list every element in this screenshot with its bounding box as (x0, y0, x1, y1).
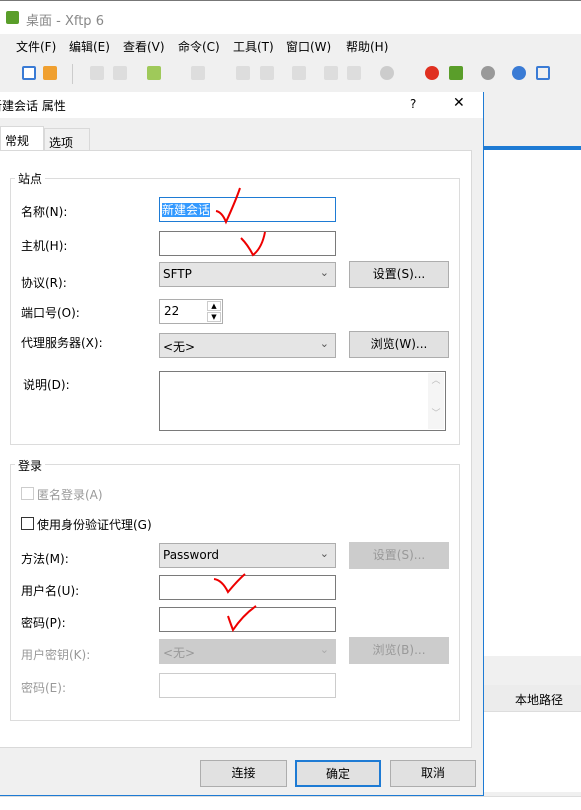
password-input[interactable] (159, 607, 336, 632)
proxy-select[interactable]: <无> ⌄ (159, 333, 336, 358)
xftp-logo-icon (6, 11, 19, 24)
disconnect-icon[interactable] (113, 66, 127, 80)
sync-icon[interactable] (292, 66, 306, 80)
background-pane: 本地路径 (483, 92, 581, 810)
chat-icon[interactable] (536, 66, 550, 80)
anonymous-label: 匿名登录(A) (37, 488, 103, 502)
status-bar (0, 796, 581, 810)
protocol-select[interactable]: SFTP ⌄ (159, 262, 336, 287)
method-label: 方法(M): (21, 552, 69, 566)
protocol-settings-button[interactable]: 设置(S)... (349, 261, 449, 288)
transfer-icon[interactable] (191, 66, 205, 80)
host-label: 主机(H): (21, 239, 68, 253)
document2-icon[interactable] (260, 66, 274, 80)
menu-file[interactable]: 文件(F) (16, 38, 56, 55)
proxy-label: 代理服务器(X): (21, 336, 103, 350)
menu-window[interactable]: 窗口(W) (286, 38, 331, 55)
menu-bar: 文件(F) 编辑(E) 查看(V) 命令(C) 工具(T) 窗口(W) 帮助(H… (0, 34, 581, 92)
description-scrollbar[interactable]: ︿ ﹀ (428, 373, 444, 429)
method-select[interactable]: Password ⌄ (159, 543, 336, 568)
menu-tools[interactable]: 工具(T) (233, 38, 274, 55)
name-value: 新建会话 (162, 203, 211, 217)
user-key-browse-button[interactable]: 浏览(B)... (349, 637, 449, 664)
dialog-title: 新建会话 属性 (0, 99, 66, 113)
anonymous-checkbox[interactable] (21, 487, 34, 500)
paste-icon[interactable] (347, 66, 361, 80)
dialog-title-bar: 新建会话 属性 ? ✕ (0, 92, 483, 118)
chevron-down-icon: ⌄ (319, 337, 329, 350)
auth-agent-label: 使用身份验证代理(G) (37, 518, 152, 532)
connect-icon[interactable] (90, 66, 104, 80)
username-label: 用户名(U): (21, 584, 80, 598)
session-properties-dialog: 新建会话 属性 ? ✕ 常规 选项 站点 名称(N): 新建会话 主机(H): … (0, 92, 484, 796)
app-title: 桌面 - Xftp 6 (26, 14, 104, 29)
protocol-value: SFTP (163, 267, 192, 281)
xftp-icon[interactable] (449, 66, 463, 80)
username-input[interactable] (159, 575, 336, 600)
user-key-value: <无> (163, 646, 196, 660)
user-key-select[interactable]: <无> ⌄ (159, 639, 336, 664)
gear-icon[interactable] (481, 66, 495, 80)
login-group-label: 登录 (15, 457, 46, 474)
port-value: 22 (164, 304, 180, 318)
close-button[interactable]: ✕ (453, 95, 465, 111)
app-title-bar: 桌面 - Xftp 6 (0, 0, 581, 34)
site-group-label: 站点 (15, 170, 46, 187)
menu-help[interactable]: 帮助(H) (346, 38, 388, 55)
password-label: 密码(P): (21, 616, 66, 630)
session-properties-icon[interactable] (147, 66, 161, 80)
cancel-button[interactable]: 取消 (390, 760, 476, 787)
menu-command[interactable]: 命令(C) (178, 38, 220, 55)
tab-general[interactable]: 常规 (0, 126, 44, 152)
passphrase-input[interactable] (159, 673, 336, 698)
general-panel: 站点 名称(N): 新建会话 主机(H): 协议(R): SFTP ⌄ 设置(S)… (0, 150, 472, 748)
port-stepper[interactable]: 22 ▲ ▼ (159, 299, 223, 324)
chevron-down-icon: ⌄ (319, 266, 329, 279)
help-icon[interactable] (512, 66, 526, 80)
new-session-icon[interactable] (22, 66, 36, 80)
chevron-down-icon: ⌄ (319, 643, 329, 656)
menu-edit[interactable]: 编辑(E) (69, 38, 110, 55)
document-icon[interactable] (236, 66, 250, 80)
name-input[interactable]: 新建会话 (159, 197, 336, 222)
description-label: 说明(D): (23, 378, 70, 392)
passphrase-label: 密码(E): (21, 681, 66, 695)
column-header-local-path[interactable]: 本地路径 (515, 691, 563, 708)
method-value: Password (163, 548, 220, 562)
port-label: 端口号(O): (21, 306, 80, 320)
user-key-label: 用户密钥(K): (21, 648, 91, 662)
proxy-browse-button[interactable]: 浏览(W)... (349, 331, 449, 358)
port-down-button[interactable]: ▼ (207, 312, 221, 322)
description-textarea[interactable] (159, 371, 446, 431)
method-settings-button[interactable]: 设置(S)... (349, 542, 449, 569)
port-up-button[interactable]: ▲ (207, 301, 221, 311)
proxy-value: <无> (163, 340, 196, 354)
host-input[interactable] (159, 231, 336, 256)
menu-view[interactable]: 查看(V) (123, 38, 165, 55)
help-button[interactable]: ? (410, 97, 416, 111)
ok-button[interactable]: 确定 (295, 760, 381, 787)
name-label: 名称(N): (21, 205, 68, 219)
chevron-down-icon: ⌄ (319, 547, 329, 560)
xshell-icon[interactable] (425, 66, 439, 80)
protocol-label: 协议(R): (21, 276, 67, 290)
globe-icon[interactable] (380, 66, 394, 80)
auth-agent-checkbox[interactable] (21, 517, 34, 530)
connect-button[interactable]: 连接 (200, 760, 287, 787)
tab-options[interactable]: 选项 (44, 128, 90, 152)
open-folder-icon[interactable] (43, 66, 57, 80)
copy-icon[interactable] (324, 66, 338, 80)
